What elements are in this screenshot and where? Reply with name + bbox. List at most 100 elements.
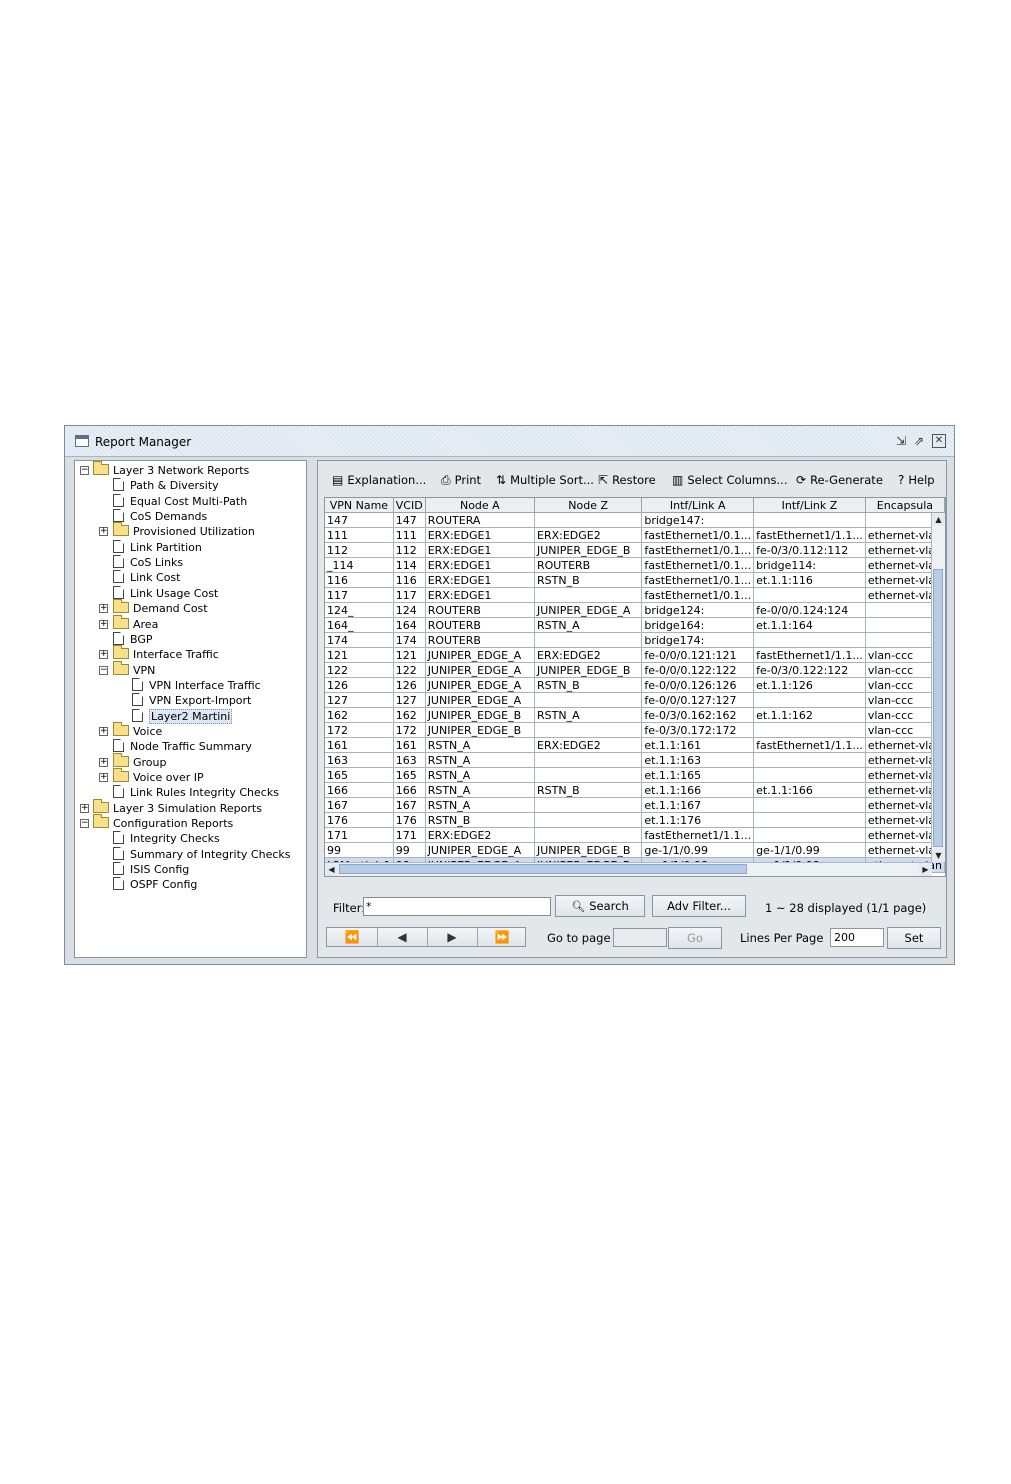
vertical-scrollbar[interactable]: ▲ ▼ [931,513,945,862]
scroll-down-icon[interactable]: ▼ [932,849,945,862]
table-row[interactable]: 122 122 JUNIPER_EDGE_A JUNIPER_EDGE_B fe-0/0… [325,662,945,678]
column-header-vpn-name[interactable]: VPN Name [325,498,394,513]
close-icon[interactable]: ✕ [932,434,946,448]
table-row[interactable]: 166 166 RSTN_A RSTN_B et.1.1:166 et.1.1:166 et… [325,782,945,798]
table-cell [534,797,643,813]
collapse-icon[interactable]: − [80,466,89,475]
tree-item-link-usage-cost[interactable]: Link Usage Cost [113,585,218,601]
scroll-right-icon[interactable]: ▶ [919,863,932,876]
set-button[interactable]: Set [887,927,941,949]
table-row[interactable]: _114 114 ERX:EDGE1 ROUTERB fastEthernet1/0.1… [325,557,945,573]
tree-item-equal-cost-multi-path[interactable]: Equal Cost Multi-Path [113,493,247,509]
tree-item-integrity-checks[interactable]: Integrity Checks [113,831,220,846]
select-columns-button[interactable]: ▥ Select Columns... [672,469,787,491]
table-row[interactable]: 99 99 JUNIPER_EDGE_A JUNIPER_EDGE_B ge-1/1/0… [325,842,945,858]
table-cell: 117 [393,587,426,603]
tree-item-node-traffic-summary[interactable]: Node Traffic Summary [113,739,252,754]
table-cell: 121 [325,647,394,663]
tree-item-configuration-reports[interactable]: − Configuration Reports [80,814,233,831]
vertical-scroll-thumb[interactable] [933,569,943,847]
column-header-vcid[interactable]: VCID [393,498,426,513]
expand-icon[interactable]: + [99,604,108,614]
horizontal-scrollbar[interactable]: ◀ ▶ [325,862,932,876]
tree-item-voice[interactable]: + Voice [99,721,162,739]
tree-item-cos-demands[interactable]: CoS Demands [113,509,207,524]
tree-item-vpn-export-import[interactable]: VPN Export-Import [132,693,251,708]
lines-per-page-input[interactable] [830,928,884,947]
table-row[interactable]: 176 176 RSTN_B et.1.1:176 ethernet-vlan [325,812,945,828]
last-page-icon[interactable]: ⏩ [477,928,527,946]
table-row[interactable]: 112 112 ERX:EDGE1 JUNIPER_EDGE_B fastEtherne… [325,542,945,558]
table-row[interactable]: 171 171 ERX:EDGE2 fastEthernet1/1.1... ether… [325,827,945,843]
table-row[interactable]: 116 116 ERX:EDGE1 RSTN_B fastEthernet1/0.1..… [325,572,945,588]
tree-item-layer-3-network-reports[interactable]: − Layer 3 Network Reports [80,461,249,478]
tree-item-path-diversity[interactable]: Path & Diversity [113,478,219,493]
expand-icon[interactable]: + [99,619,108,629]
tree-item-layer2-martini[interactable]: Layer2 Martini [132,708,233,724]
expand-icon[interactable]: + [99,726,108,736]
column-header-node-z[interactable]: Node Z [534,498,643,513]
scroll-up-icon[interactable]: ▲ [932,513,945,526]
collapse-icon[interactable]: − [99,665,108,675]
tree-item-demand-cost[interactable]: + Demand Cost [99,599,208,616]
table-row[interactable]: 147 147 ROUTERA bridge147: [325,512,945,528]
detach-icon[interactable]: ⇲ [894,434,908,448]
expand-icon[interactable]: + [99,757,108,767]
tree-item-layer-3-simulation-reports[interactable]: + Layer 3 Simulation Reports [80,798,262,816]
expand-icon[interactable]: + [99,527,108,537]
table-row[interactable]: 163 163 RSTN_A et.1.1:163 ethernet-vlan [325,752,945,768]
table-row[interactable]: 165 165 RSTN_A et.1.1:165 ethernet-vlan [325,767,945,783]
table-row[interactable]: 127 127 JUNIPER_EDGE_A fe-0/0/0.127:127 vlan… [325,692,945,708]
column-header-encapsula[interactable]: Encapsula [865,498,945,513]
tree-item-voice-over-ip[interactable]: + Voice over IP [99,768,204,785]
explanation-button[interactable]: ▤ Explanation... [332,469,426,491]
table-row[interactable]: 172 172 JUNIPER_EDGE_B fe-0/3/0.172:172 vlan… [325,722,945,738]
table-row[interactable]: 111 111 ERX:EDGE1 ERX:EDGE2 fastEthernet1/0.… [325,527,945,543]
tree-item-vpn-interface-traffic[interactable]: VPN Interface Traffic [132,677,261,693]
first-page-icon[interactable]: ⏪ [327,928,378,946]
expand-icon[interactable]: + [80,803,89,813]
filter-input[interactable] [363,897,551,916]
tree-item-link-rules-integrity-checks[interactable]: Link Rules Integrity Checks [113,785,279,800]
goto-page-input[interactable] [613,928,667,947]
column-header-intf-link-z[interactable]: Intf/Link Z [753,498,866,513]
table-row[interactable]: 162 162 JUNIPER_EDGE_B RSTN_A fe-0/3/0.162:1… [325,707,945,723]
table-row[interactable]: 121 121 JUNIPER_EDGE_A ERX:EDGE2 fe-0/0/0.12… [325,647,945,663]
restore-button[interactable]: ⇱ Restore [598,469,656,491]
tree-item-area[interactable]: + Area [99,614,158,632]
tree-item-vpn[interactable]: − VPN [99,660,155,678]
table-row[interactable]: 124_ 124 ROUTERB JUNIPER_EDGE_A bridge124: fe… [325,602,945,618]
table-row[interactable]: 126 126 JUNIPER_EDGE_A RSTN_B fe-0/0/0.126:1… [325,677,945,693]
print-button[interactable]: ⎙ Print [441,469,481,491]
tree-item-provisioned-utilization[interactable]: + Provisioned Utilization [99,522,255,539]
tree-item-link-cost[interactable]: Link Cost [113,570,180,585]
table-row[interactable]: 164_ 164 ROUTERB RSTN_A bridge164: et.1.1:164 [325,617,945,633]
tree-item-isis-config[interactable]: ISIS Config [113,862,189,877]
scroll-left-icon[interactable]: ◀ [325,863,338,876]
prev-page-icon[interactable]: ◀ [377,928,428,946]
tree-item-interface-traffic[interactable]: + Interface Traffic [99,645,219,662]
tree-item-ospf-config[interactable]: OSPF Config [113,877,197,892]
collapse-icon[interactable]: − [80,819,89,829]
table-row[interactable]: 161 161 RSTN_A ERX:EDGE2 et.1.1:161 fastEther… [325,737,945,753]
tree-item-summary-of-integrity-checks[interactable]: Summary of Integrity Checks [113,846,291,862]
next-page-icon[interactable]: ▶ [427,928,478,946]
re-generate-button[interactable]: ⟳ Re-Generate [796,469,883,491]
table-row[interactable]: 117 117 ERX:EDGE1 fastEthernet1/0.1... ether… [325,587,945,603]
expand-icon[interactable]: + [99,773,108,782]
table-row[interactable]: 174 174 ROUTERB bridge174: [325,632,945,648]
table-row[interactable]: 167 167 RSTN_A et.1.1:167 ethernet-vlan [325,797,945,813]
column-header-node-a[interactable]: Node A [425,498,536,513]
adv-filter-button[interactable]: Adv Filter... [652,895,746,917]
horizontal-scroll-thumb[interactable] [339,864,747,874]
go-button[interactable]: Go [668,927,722,949]
tree-item-cos-links[interactable]: CoS Links [113,555,183,570]
table-cell: 121 [393,647,426,663]
maximize-icon[interactable]: ⇗ [912,434,926,448]
search-button[interactable]: 🔍︎ Search [555,895,645,917]
multiple-sort-button[interactable]: ⇅ Multiple Sort... [496,469,594,491]
tree-item-link-partition[interactable]: Link Partition [113,539,202,555]
help-button[interactable]: ? Help [898,469,935,491]
expand-icon[interactable]: + [99,650,108,660]
column-header-intf-link-a[interactable]: Intf/Link A [641,498,755,513]
